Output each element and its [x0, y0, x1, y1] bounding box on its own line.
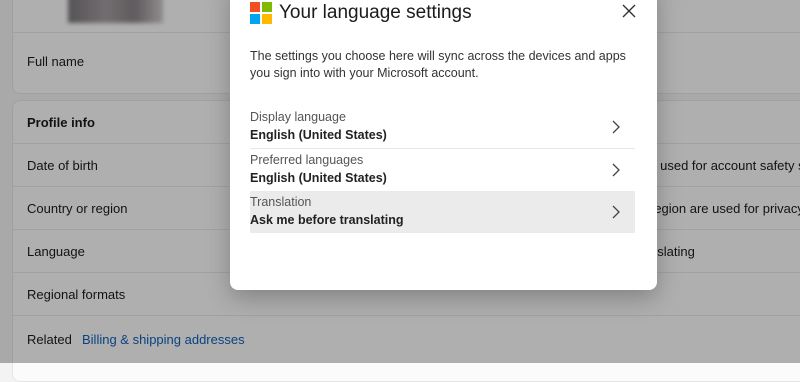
- option-value: English (United States): [250, 128, 387, 142]
- microsoft-logo-icon: [250, 2, 272, 24]
- dialog-description: The settings you choose here will sync a…: [250, 49, 626, 80]
- option-value: English (United States): [250, 171, 387, 185]
- option-label: Preferred languages: [250, 153, 364, 167]
- language-settings-dialog: Your language settings The settings you …: [230, 0, 657, 290]
- close-button[interactable]: [618, 0, 640, 22]
- chevron-right-icon: [612, 120, 620, 134]
- display-language-option[interactable]: Display language English (United States): [250, 106, 635, 149]
- preferred-languages-option[interactable]: Preferred languages English (United Stat…: [250, 149, 635, 192]
- chevron-right-icon: [612, 163, 620, 177]
- option-label: Display language: [250, 110, 346, 124]
- dialog-title: Your language settings: [279, 2, 472, 23]
- translation-option[interactable]: Translation Ask me before translating: [250, 191, 635, 233]
- close-icon: [622, 4, 636, 18]
- option-label: Translation: [250, 195, 312, 209]
- option-value: Ask me before translating: [250, 213, 404, 227]
- chevron-right-icon: [612, 205, 620, 219]
